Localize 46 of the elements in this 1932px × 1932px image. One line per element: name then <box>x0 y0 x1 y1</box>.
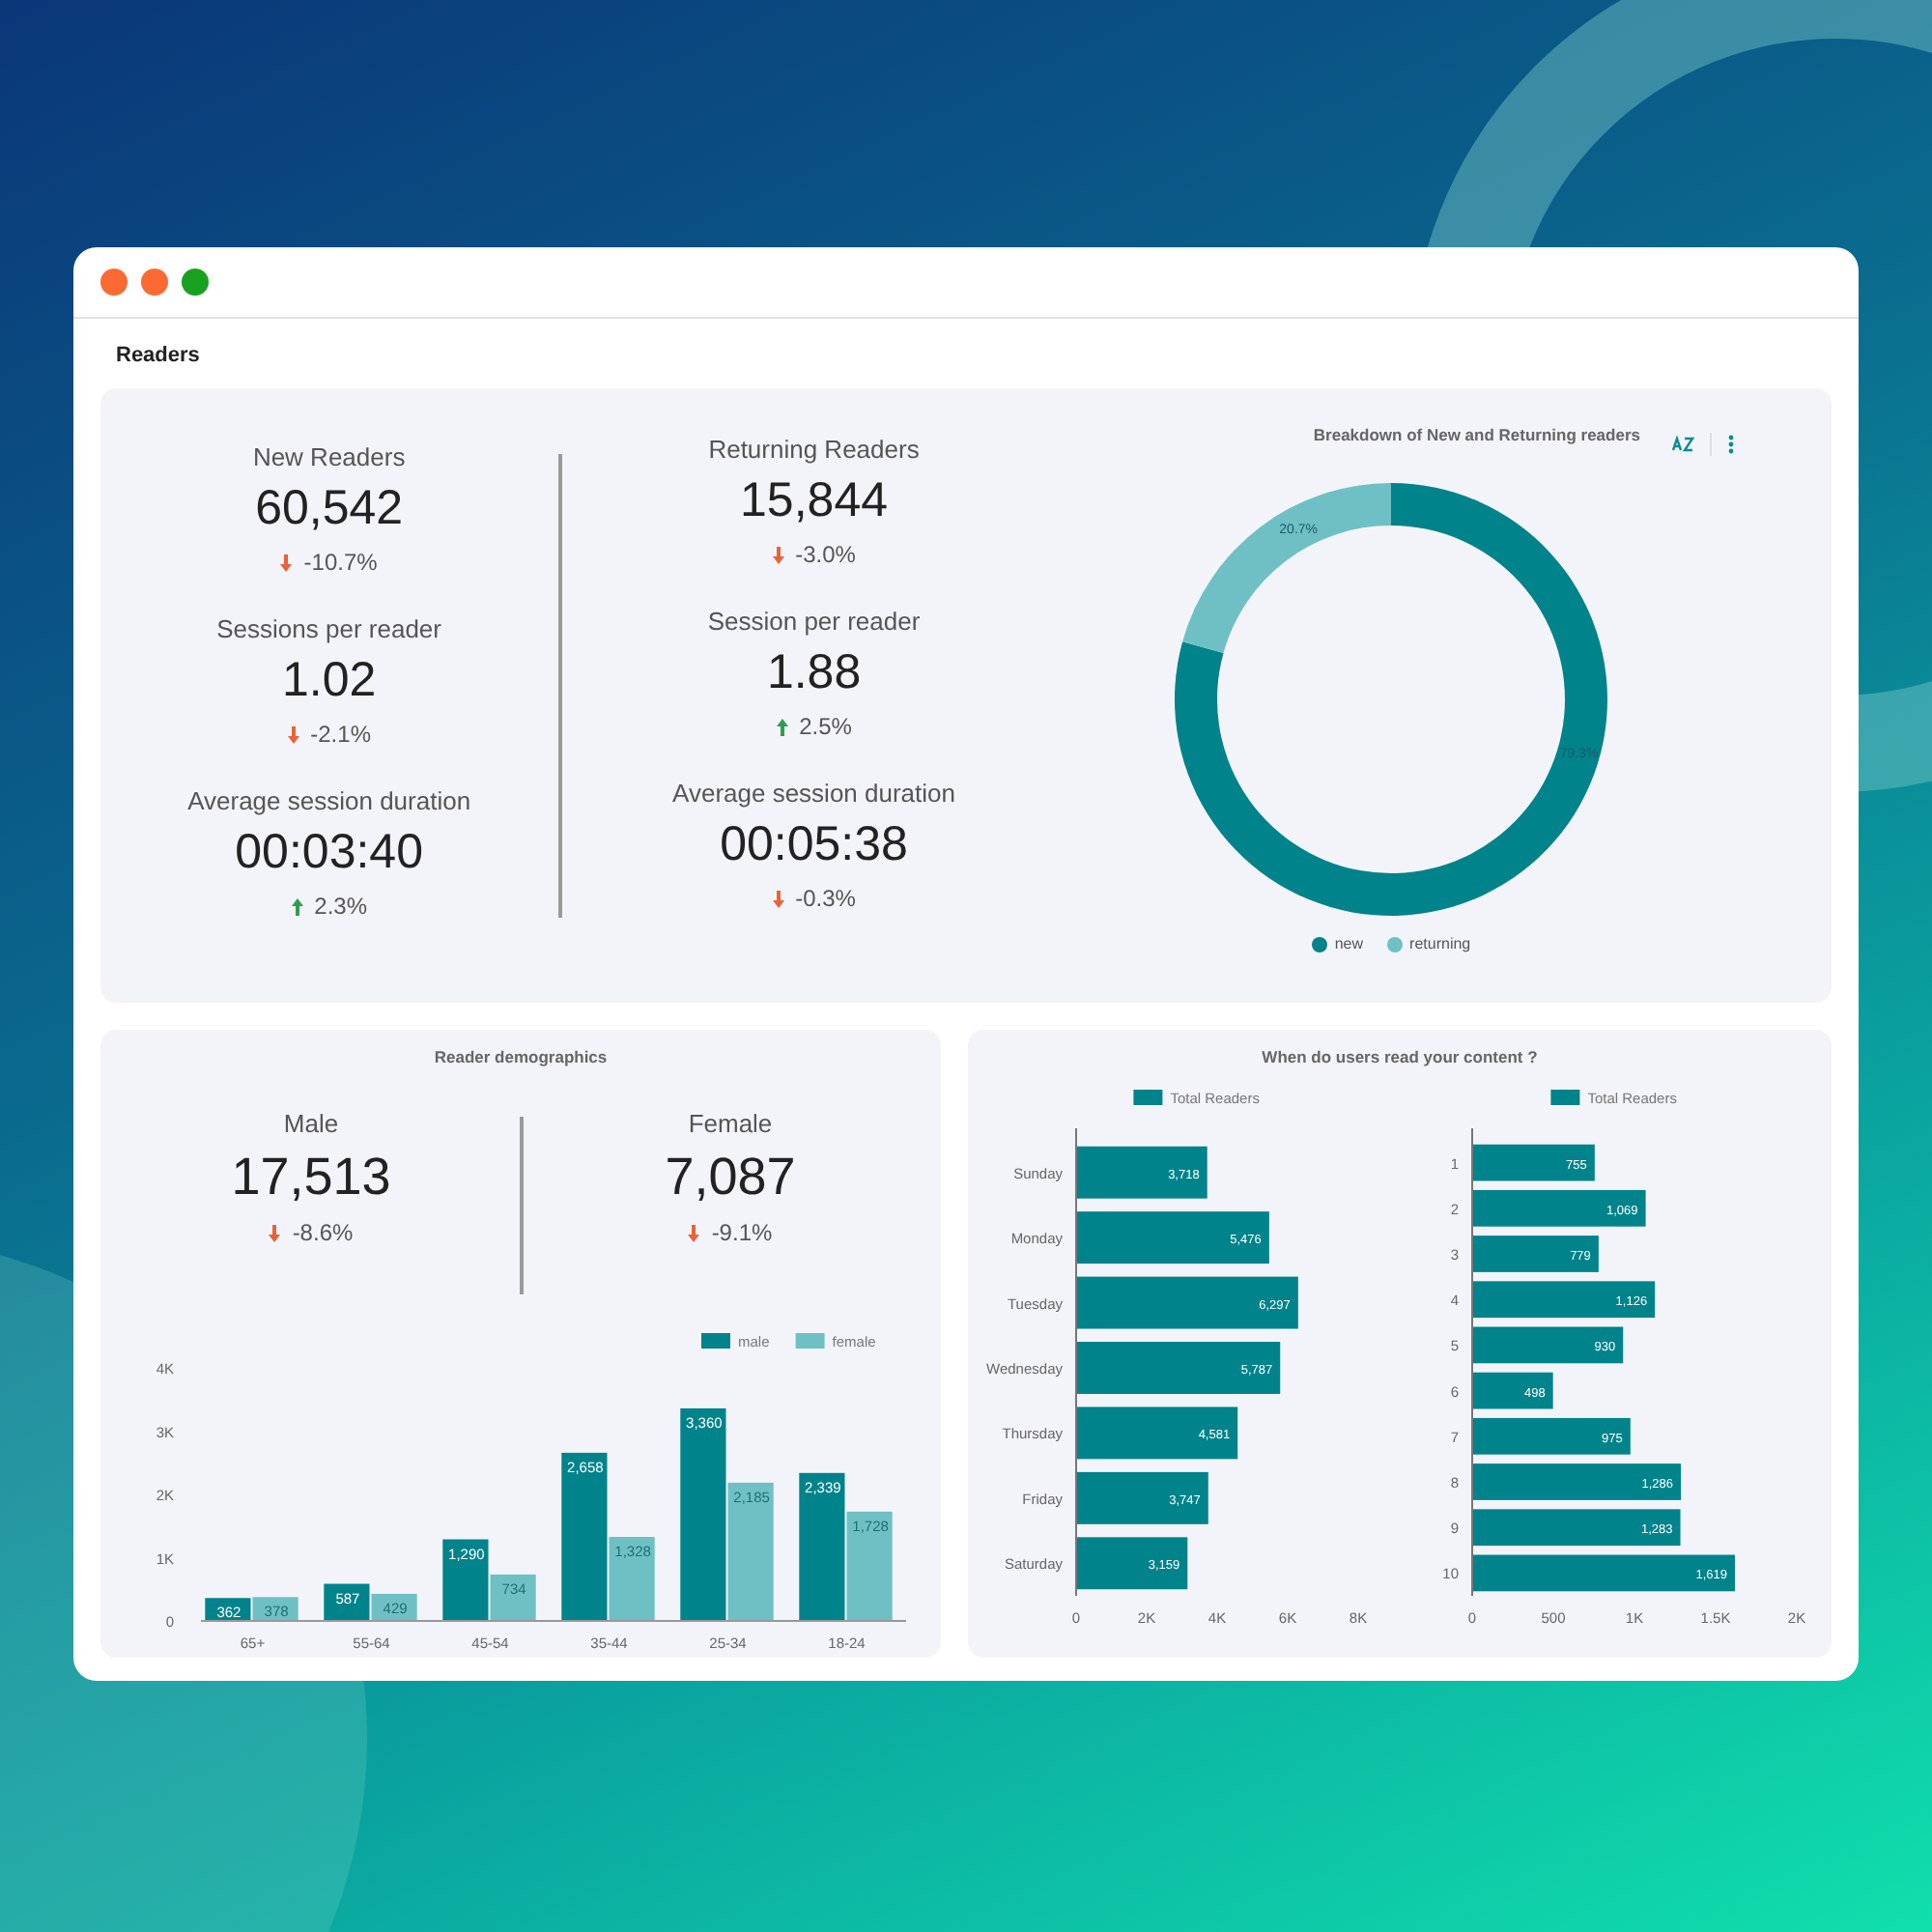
page-title: Readers <box>114 342 202 371</box>
bar <box>1076 1537 1188 1590</box>
change-text: -8.6% <box>292 1219 354 1246</box>
change-text: -10.7% <box>303 549 378 576</box>
legend-label: new <box>1334 935 1364 952</box>
metric-value: 17,513 <box>231 1148 391 1208</box>
bar <box>1076 1146 1208 1199</box>
metric-label: Female <box>688 1109 773 1138</box>
bar <box>1472 1144 1595 1181</box>
panel-title: Reader demographics <box>434 1047 608 1066</box>
window-maximize-button[interactable] <box>182 269 209 296</box>
bar <box>1472 1236 1599 1272</box>
bar <box>846 1511 893 1621</box>
change-text: 2.5% <box>799 713 852 740</box>
bar <box>371 1593 417 1621</box>
metric-value: 7,087 <box>665 1148 796 1208</box>
bar <box>1076 1471 1208 1524</box>
metric-label: Sessions per reader <box>216 614 441 643</box>
metric-value: 1.88 <box>766 645 862 701</box>
metric-label: Session per reader <box>707 607 921 636</box>
metric-value: 15,844 <box>740 473 888 529</box>
change-text: -0.3% <box>795 885 856 912</box>
metric-value: 60,542 <box>255 481 404 537</box>
more-icon[interactable] <box>1727 435 1735 454</box>
change-text: -2.1% <box>310 721 371 748</box>
panel-title: When do users read your content ? <box>1262 1047 1538 1066</box>
metric-label: Average session duration <box>672 779 955 808</box>
metric-label: New Readers <box>252 442 406 471</box>
legend-label: returning <box>1409 935 1471 952</box>
metric-label: Average session duration <box>187 786 471 815</box>
bar <box>205 1598 251 1621</box>
bar <box>1472 1372 1553 1409</box>
metric-label: Male <box>283 1109 339 1138</box>
change-text: -3.0% <box>795 541 856 568</box>
chart-title: Breakdown of New and Returning readers <box>1313 425 1640 444</box>
metric-label: Returning Readers <box>708 435 920 464</box>
metric-value: 1.02 <box>281 653 377 709</box>
metric-value: 00:05:38 <box>720 817 908 873</box>
change-text: -9.1% <box>711 1219 773 1246</box>
bar <box>324 1583 370 1621</box>
window-close-button[interactable] <box>100 269 128 296</box>
change-text: 2.3% <box>314 893 367 920</box>
metric-value: 00:03:40 <box>235 825 423 881</box>
sort-icon[interactable] <box>1671 435 1694 454</box>
bar <box>252 1597 298 1621</box>
window-minimize-button[interactable] <box>141 269 168 296</box>
